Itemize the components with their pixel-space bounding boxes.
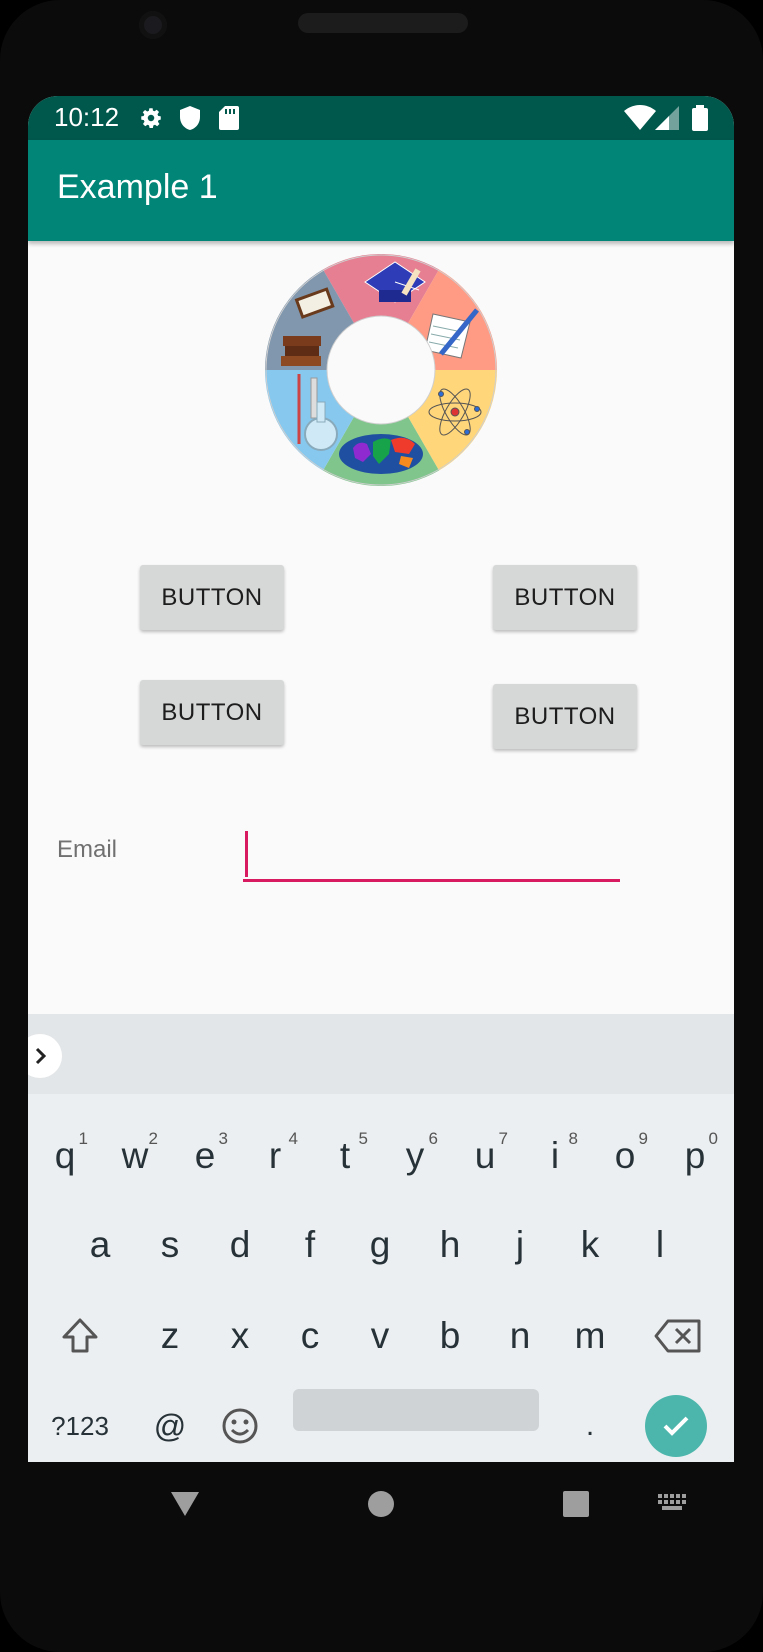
navigation-bar — [0, 1462, 763, 1562]
key-label: o — [614, 1135, 636, 1176]
button-bottom-right[interactable]: BUTTON — [493, 684, 637, 749]
key-hint: 2 — [148, 1129, 158, 1148]
home-icon[interactable] — [367, 1490, 395, 1522]
key-label: q — [54, 1135, 76, 1176]
recents-icon[interactable] — [562, 1490, 590, 1522]
key-b[interactable]: b — [415, 1296, 485, 1376]
email-field[interactable] — [243, 831, 620, 882]
key-hint: 1 — [78, 1129, 88, 1148]
key-t[interactable]: t5 — [310, 1116, 380, 1196]
key-label: i — [550, 1135, 560, 1176]
key-x[interactable]: x — [205, 1296, 275, 1376]
suggestion-strip — [28, 1014, 734, 1094]
key-l[interactable]: l — [625, 1205, 695, 1285]
done-key[interactable] — [641, 1386, 711, 1462]
app-title: Example 1 — [57, 168, 218, 206]
shield-icon — [178, 105, 202, 135]
key-e[interactable]: e3 — [170, 1116, 240, 1196]
key-j[interactable]: j — [485, 1205, 555, 1285]
gear-icon — [138, 105, 164, 135]
key-i[interactable]: i8 — [520, 1116, 590, 1196]
key-hint: 8 — [568, 1129, 578, 1148]
key-f[interactable]: f — [275, 1205, 345, 1285]
at-key[interactable]: @ — [135, 1386, 205, 1462]
key-u[interactable]: u7 — [450, 1116, 520, 1196]
emoji-icon — [222, 1408, 258, 1444]
subject-wheel[interactable] — [265, 254, 497, 486]
key-y[interactable]: y6 — [380, 1116, 450, 1196]
key-m[interactable]: m — [555, 1296, 625, 1376]
shift-key[interactable] — [45, 1296, 115, 1376]
key-hint: 3 — [218, 1129, 228, 1148]
key-n[interactable]: n — [485, 1296, 555, 1376]
chevron-right-icon[interactable] — [28, 1034, 62, 1078]
sd-card-icon — [219, 105, 239, 135]
key-label: u — [474, 1135, 496, 1176]
signal-icon — [655, 105, 679, 135]
key-label: t — [339, 1135, 351, 1176]
wifi-icon — [624, 105, 656, 135]
key-h[interactable]: h — [415, 1205, 485, 1285]
button-top-right[interactable]: BUTTON — [493, 565, 637, 630]
key-c[interactable]: c — [275, 1296, 345, 1376]
backspace-key[interactable] — [643, 1296, 713, 1376]
key-label: e — [194, 1135, 216, 1176]
key-hint: 5 — [358, 1129, 368, 1148]
status-time: 10:12 — [54, 102, 120, 132]
world-map-icon — [339, 434, 423, 474]
space-key[interactable] — [293, 1389, 539, 1431]
wheel-center — [326, 315, 436, 425]
key-r[interactable]: r4 — [240, 1116, 310, 1196]
app-bar: Example 1 — [28, 140, 734, 241]
key-label: y — [405, 1135, 425, 1176]
key-z[interactable]: z — [135, 1296, 205, 1376]
key-hint: 6 — [428, 1129, 438, 1148]
button-bottom-left[interactable]: BUTTON — [140, 680, 284, 745]
screen: 10:12 Example 1 BUTTON BUTTON BUTTON BUT… — [28, 96, 734, 1462]
checkmark-icon — [645, 1395, 707, 1457]
email-label: Email — [57, 836, 118, 863]
key-g[interactable]: g — [345, 1205, 415, 1285]
text-cursor — [245, 831, 248, 877]
key-p[interactable]: p0 — [660, 1116, 730, 1196]
speaker-grille — [298, 13, 468, 33]
backspace-icon — [654, 1319, 701, 1353]
key-o[interactable]: o9 — [590, 1116, 660, 1196]
key-k[interactable]: k — [555, 1205, 625, 1285]
key-hint: 0 — [708, 1129, 718, 1148]
symbols-key[interactable]: ?123 — [45, 1386, 115, 1462]
keyboard-switch-icon[interactable] — [658, 1494, 688, 1518]
key-w[interactable]: w2 — [100, 1116, 170, 1196]
key-hint: 7 — [498, 1129, 508, 1148]
camera-icon — [139, 11, 167, 39]
key-v[interactable]: v — [345, 1296, 415, 1376]
key-label: w — [121, 1135, 149, 1176]
key-q[interactable]: q1 — [30, 1116, 100, 1196]
button-top-left[interactable]: BUTTON — [140, 565, 284, 630]
shift-icon — [62, 1318, 98, 1353]
key-hint: 4 — [288, 1129, 298, 1148]
key-hint: 9 — [638, 1129, 648, 1148]
period-key[interactable]: . — [555, 1386, 625, 1462]
key-a[interactable]: a — [65, 1205, 135, 1285]
key-s[interactable]: s — [135, 1205, 205, 1285]
battery-icon — [692, 105, 708, 135]
status-bar: 10:12 — [28, 96, 734, 140]
key-d[interactable]: d — [205, 1205, 275, 1285]
emoji-key[interactable] — [205, 1386, 275, 1462]
back-icon[interactable] — [169, 1490, 201, 1522]
key-label: p — [684, 1135, 706, 1176]
key-label: r — [268, 1135, 282, 1176]
